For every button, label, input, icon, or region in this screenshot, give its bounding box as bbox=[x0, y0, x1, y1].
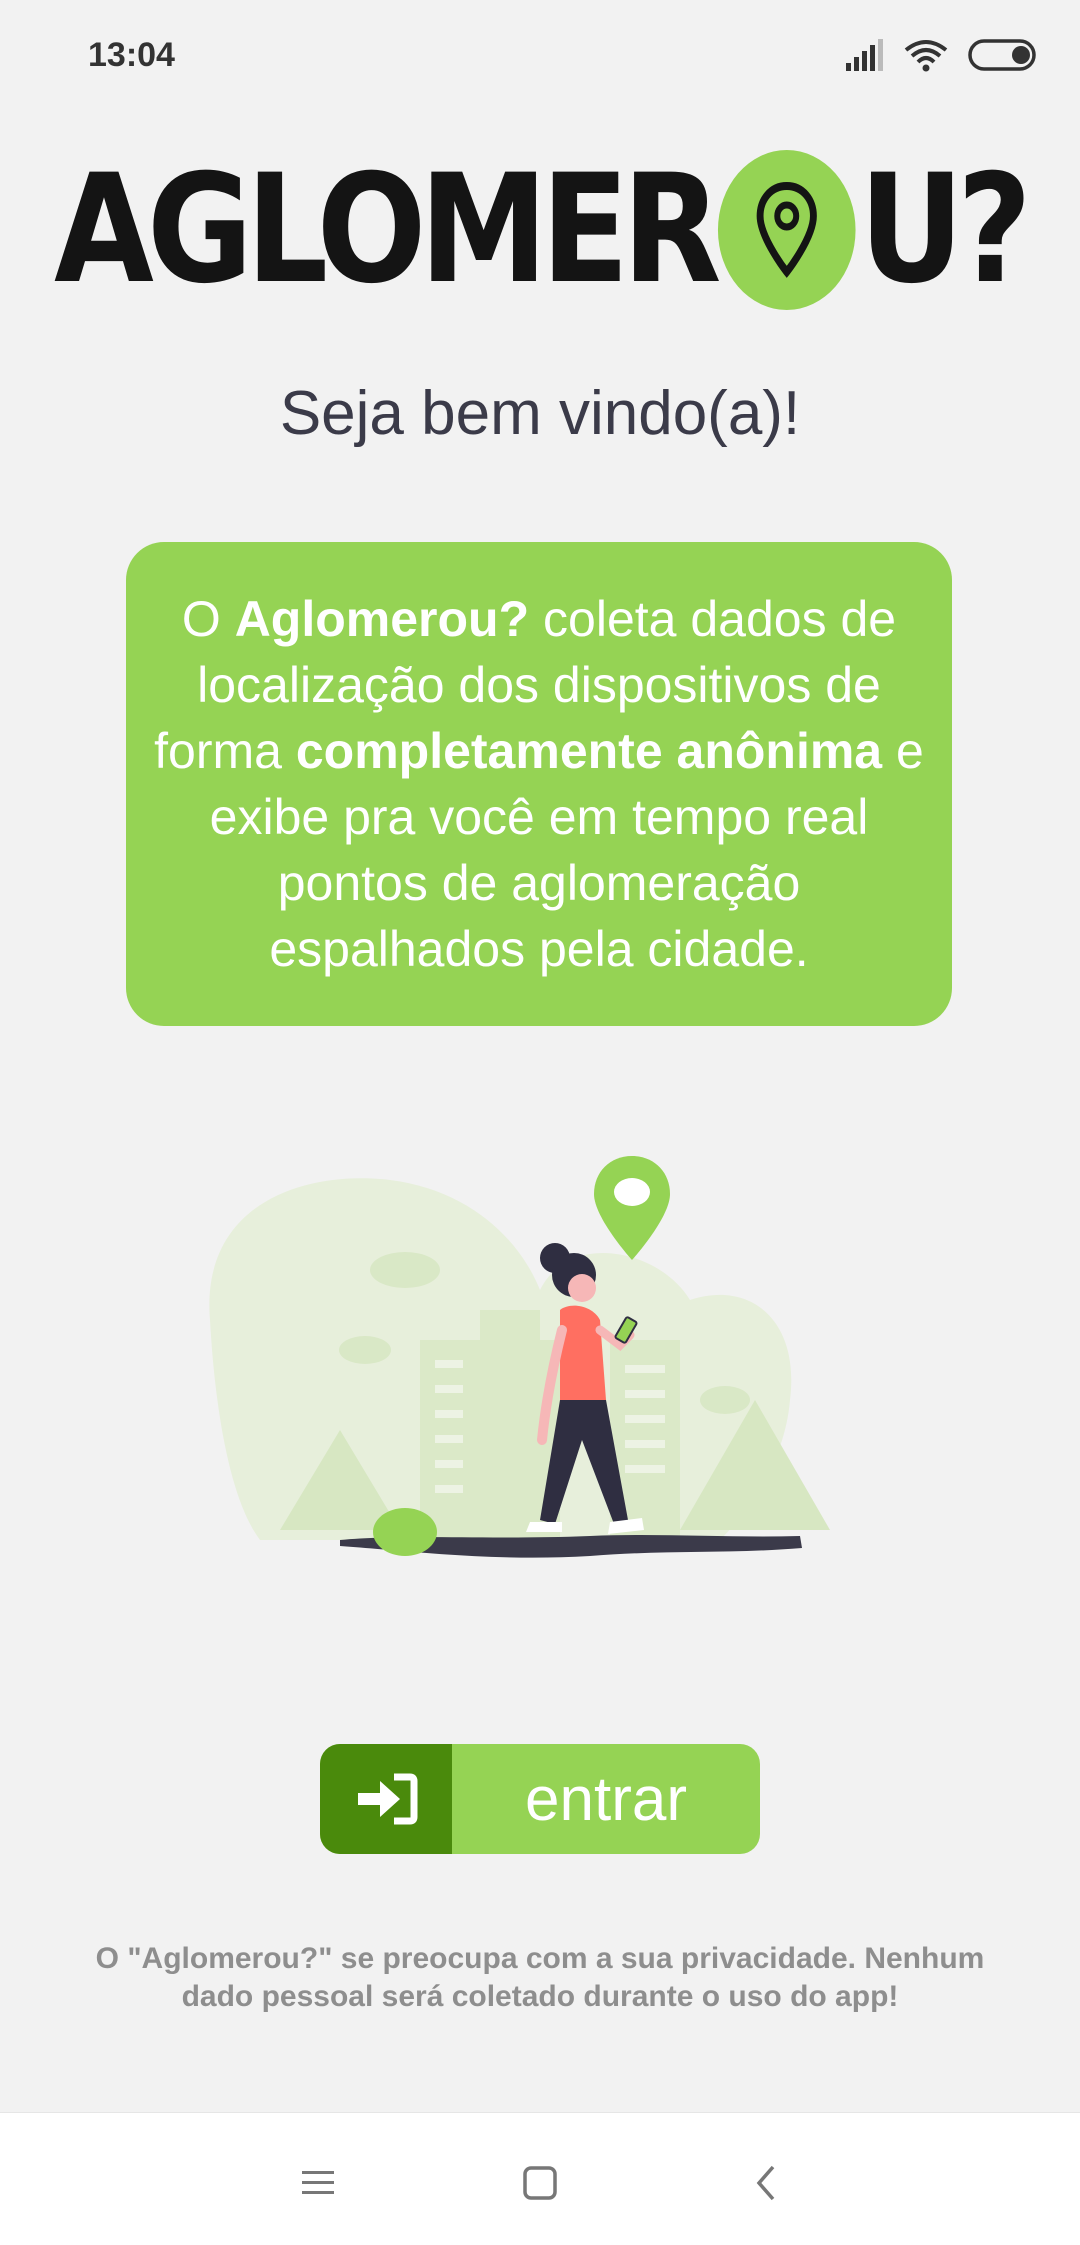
enter-icon-box bbox=[320, 1744, 452, 1854]
status-icons bbox=[844, 38, 1038, 72]
back-button[interactable] bbox=[736, 2153, 796, 2213]
battery-icon bbox=[968, 39, 1036, 71]
enter-button[interactable]: entrar bbox=[320, 1744, 760, 1854]
menu-button[interactable] bbox=[288, 2153, 348, 2213]
logo-text-end: U? bbox=[859, 143, 1033, 317]
back-icon bbox=[756, 2165, 775, 2201]
info-bold-anonymous: completamente anônima bbox=[295, 723, 883, 779]
logo-pin bbox=[718, 150, 857, 310]
location-pin-icon bbox=[757, 181, 818, 278]
app-logo: AGLOMER U? bbox=[0, 140, 1080, 320]
woman-walking-illustration bbox=[209, 1156, 830, 1558]
menu-icon bbox=[302, 2171, 334, 2194]
status-bar: 13:04 bbox=[0, 0, 1080, 120]
enter-label: entrar bbox=[525, 1764, 687, 1834]
logo-text-start: AGLOMER bbox=[54, 143, 723, 317]
welcome-title: Seja bem vindo(a)! bbox=[279, 379, 801, 448]
wifi-icon bbox=[904, 40, 948, 72]
info-bold-app-name: Aglomerou? bbox=[234, 591, 530, 647]
home-button[interactable] bbox=[510, 2153, 570, 2213]
privacy-notice: O "Aglomerou?" se preocupa com a sua pri… bbox=[95, 1942, 985, 2013]
home-icon bbox=[523, 2166, 557, 2200]
signal-icon bbox=[846, 39, 883, 71]
status-time: 13:04 bbox=[88, 36, 175, 74]
navigation-bar bbox=[0, 2112, 1080, 2245]
info-card: O Aglomerou? coleta dados de localização… bbox=[126, 542, 952, 1026]
sign-in-icon bbox=[358, 1773, 418, 1825]
info-text-1: O bbox=[181, 591, 235, 647]
